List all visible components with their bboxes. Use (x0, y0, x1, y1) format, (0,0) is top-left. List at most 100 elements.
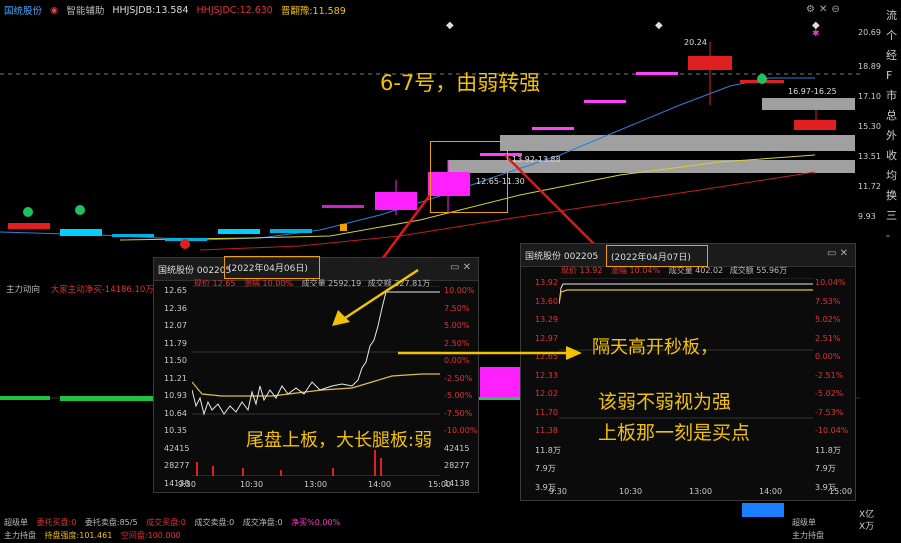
intraday-price-line (559, 283, 813, 305)
side-text: 市 (886, 89, 897, 102)
footer-item: 成交净盘:0 (242, 518, 283, 527)
buy-signal-icon (757, 74, 767, 84)
ma-line-blue (0, 77, 815, 241)
arrow-right (398, 346, 582, 360)
date-highlight-left: (2022年04月06日) (224, 256, 320, 279)
candle (688, 56, 732, 70)
arrow-up-left (332, 268, 419, 326)
axis-tick: -10.04% (815, 426, 849, 435)
footer-item: 空间盘:100.000 (120, 531, 181, 540)
axis-tick: -5.02% (815, 389, 844, 398)
x-tick: 10:30 (240, 480, 264, 489)
axis-tick: -7.53% (815, 407, 844, 417)
axis-tick: 11.72 (858, 182, 881, 191)
side-text: 均 (886, 169, 897, 182)
footer-item: 委托卖盘:85/5 (84, 518, 138, 527)
axis-tick: 12.33 (535, 370, 558, 380)
side-text: 收 (886, 149, 897, 162)
axis-tick: 18.89 (858, 62, 881, 71)
left-intraday-popup[interactable]: 国统股份 002205 ▭ ✕ 现价 12.65 涨幅 10.00% 成交量 2… (153, 257, 479, 493)
headline-annotation: 6-7号，由弱转强 (380, 71, 541, 95)
conclusion-annotation-2: 上板那一刻是买点 (598, 422, 751, 444)
popup-close-icon[interactable]: ▭ ✕ (827, 248, 848, 259)
right-note-annotation: 隔天高开秒板， (592, 337, 718, 358)
x-tick: 15:00 (829, 487, 853, 496)
axis-tick: 11.8万 (535, 445, 561, 455)
axis-tick: 7.50% (444, 303, 470, 313)
axis-tick: 13.29 (535, 315, 558, 324)
x-tick: 14:00 (759, 487, 783, 496)
footer-item: 委托买盘:0 (36, 518, 77, 527)
axis-tick: 11.70 (535, 407, 558, 417)
volume-bar (480, 367, 522, 397)
axis-tick: 42415 (444, 443, 470, 453)
axis-tick: 28277 (444, 461, 470, 470)
axis-tick: 5.02% (815, 315, 841, 324)
high-price-label: 20.24 (684, 38, 707, 47)
date-highlight-right: (2022年04月07日) (606, 245, 708, 267)
candle (270, 229, 312, 233)
axis-tick: 11.79 (164, 338, 187, 348)
axis-tick: -5.00% (444, 391, 473, 400)
flow-section-label: 主力动向 大家主动净买-14186.10万 (6, 283, 154, 295)
candle (218, 229, 260, 234)
side-panel[interactable]: 流 个 经 F 市 总 外 收 均 换 三 - (886, 6, 901, 246)
axis-tick: 10.35 (164, 426, 187, 435)
buy-signal-icon (23, 207, 33, 217)
side-text: 个 (886, 29, 897, 42)
zone-bar (762, 98, 855, 110)
footer-right-label: 主力持盘 (792, 531, 824, 540)
avg-price-line (192, 373, 440, 397)
flow-bar (60, 396, 160, 401)
volume-bar (742, 503, 784, 517)
side-text: 总 (886, 109, 897, 122)
axis-tick: -2.51% (815, 370, 844, 380)
flow-value: 大家主动净买-14186.10万 (50, 285, 154, 295)
footer-row-1: 超级单 委托买盘:0 委托卖盘:85/5 成交买盘:0 成交卖盘:0 成交净盘:… (4, 517, 346, 528)
star-icon: ✱ (812, 29, 820, 39)
popup-date: (2022年04月07日) (611, 253, 691, 263)
candle (584, 100, 626, 103)
unit-label: X万 (859, 522, 875, 532)
candle (532, 127, 574, 130)
axis-tick: 12.02 (535, 389, 558, 398)
right-intraday-popup[interactable]: 国统股份 002205 ▭ ✕ 现价 13.92 涨幅 10.04% 成交量 4… (520, 243, 856, 501)
axis-tick: -2.50% (444, 373, 473, 383)
x-tick: 13:00 (689, 487, 713, 496)
axis-tick: 12.36 (164, 303, 187, 313)
side-text: 外 (886, 129, 897, 142)
axis-tick: -10.00% (444, 426, 478, 435)
highlight-box (430, 141, 508, 213)
axis-tick: 5.00% (444, 321, 470, 330)
candle (322, 205, 364, 208)
axis-tick: 15.30 (858, 122, 881, 131)
candle (60, 229, 102, 236)
x-tick: 13:00 (304, 480, 328, 489)
quote-price: 现价 13.92 (561, 266, 603, 275)
x-tick: 9:30 (178, 480, 196, 489)
conclusion-annotation-1: 该弱不弱视为强 (598, 391, 732, 413)
star-icon: ◆ (655, 20, 663, 31)
footer-row-2: 主力持盘 持盘强度:101.461 空间盘:100.000 (4, 530, 187, 541)
axis-tick: 7.9万 (535, 464, 556, 473)
buy-signal-icon (75, 205, 85, 215)
axis-tick: 12.65 (164, 286, 187, 295)
axis-tick: 10.93 (164, 391, 187, 400)
sell-signal-icon (180, 239, 190, 249)
left-note-annotation: 尾盘上板，大长腿板:弱 (246, 430, 433, 451)
axis-tick: 11.50 (164, 356, 187, 365)
side-text: 换 (886, 189, 897, 202)
popup-title: 国统股份 002205 (158, 266, 232, 276)
flow-bar (0, 396, 50, 400)
axis-tick: 13.92 (535, 278, 558, 287)
axis-tick: 10.64 (164, 408, 187, 418)
popup-close-icon[interactable]: ▭ ✕ (450, 262, 471, 273)
quote-amount: 成交额 55.96万 (729, 266, 788, 275)
x-tick: 14:00 (368, 480, 392, 489)
candle (8, 223, 50, 229)
footer-item: 净买%0.00% (291, 518, 341, 527)
axis-tick: 42415 (164, 443, 190, 453)
axis-tick: 20.69 (858, 28, 881, 37)
avg-price-line (559, 289, 813, 305)
axis-tick: 2.51% (815, 333, 841, 343)
